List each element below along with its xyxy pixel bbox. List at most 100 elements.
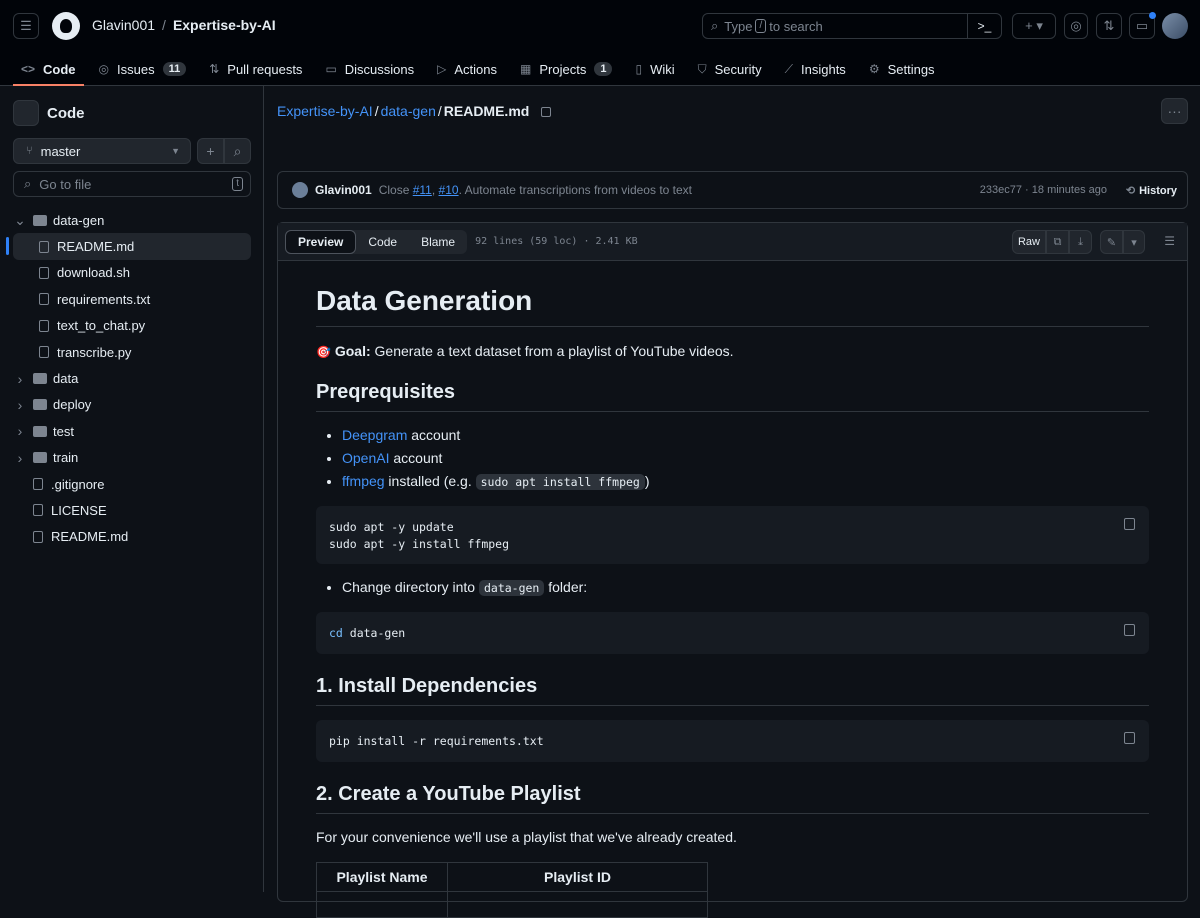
chevron-right-icon[interactable]: › [13,371,27,387]
chevron-right-icon[interactable]: › [13,397,27,413]
copy-icon[interactable] [1124,624,1135,636]
tree-file[interactable]: README.md [0,524,264,550]
count-badge: 1 [594,62,613,76]
tab-pull-requests[interactable]: ⇅ Pull requests [201,52,310,86]
tree-folder[interactable]: › train [0,445,264,471]
edit-menu-chevron-icon[interactable]: ▾ [1123,230,1145,254]
copy-icon[interactable] [1124,518,1135,530]
tab-security[interactable]: ⛉ Security [690,52,770,86]
list-item: OpenAI account [342,447,1149,470]
chevron-right-icon[interactable]: › [13,423,27,439]
raw-button[interactable]: Raw [1012,230,1046,254]
tab-preview[interactable]: Preview [285,229,357,254]
tree-file[interactable]: README.md [6,233,251,260]
tree-file[interactable]: .gitignore [0,471,264,497]
file-icon [39,266,49,279]
tab-projects[interactable]: ▦ Projects 1 [512,52,620,86]
copy-icon[interactable]: ⧉ [1046,230,1069,254]
copy-icon[interactable] [1124,732,1135,744]
go-to-file-input[interactable]: ⌕ Go to file t [13,171,251,197]
tab-code[interactable]: <> Code [13,52,84,86]
tab-discussions[interactable]: ▭ Discussions [317,52,422,86]
prereq-heading: Preqrequisites [316,381,1149,412]
tree-folder[interactable]: › data [0,365,264,391]
repo-breadcrumb: Glavin001/Expertise-by-AI [92,17,276,33]
readme-heading: Data Generation [316,285,1149,327]
ffmpeg-link[interactable]: ffmpeg [342,473,385,489]
history-button[interactable]: ⟲ History [1126,184,1177,197]
copy-path-icon[interactable] [541,107,552,118]
issue-link[interactable]: #10 [439,183,459,197]
tree-file[interactable]: download.sh [0,260,264,286]
playlist-paragraph: For your convenience we'll use a playlis… [316,829,737,845]
chevron-down-icon[interactable]: ⌄ [13,212,27,229]
file-icon [39,319,49,332]
pull-request-icon: ⇅ [209,62,220,76]
issues-icon[interactable]: ◎ [1064,13,1088,39]
tab-blame[interactable]: Blame [409,230,467,254]
search-input[interactable]: ⌕ Type / to search >_ [702,13,1002,39]
tab-actions[interactable]: ▷ Actions [429,52,505,86]
edit-pencil-icon[interactable]: ✎ [1100,230,1123,254]
file-breadcrumb: Expertise-by-AI / data-gen / README.md [277,103,552,119]
tree-folder[interactable]: › test [0,418,264,444]
repo-link[interactable]: Expertise-by-AI [173,17,276,33]
github-logo-icon[interactable] [52,12,80,40]
search-icon[interactable]: ⌕ [224,138,251,164]
tab-label: Discussions [344,61,415,77]
chevron-right-icon[interactable]: › [13,450,27,466]
branch-selector[interactable]: ⑂ master ▼ [13,138,191,164]
file-icon [39,240,49,253]
tree-item-label: deploy [53,397,92,413]
tree-folder[interactable]: ⌄ data-gen [0,207,264,233]
gear-icon: ⚙ [868,62,880,76]
tree-folder[interactable]: › deploy [0,392,264,418]
add-file-icon[interactable]: + [197,138,224,164]
commit-author[interactable]: Glavin001 [315,183,372,197]
tree-item-label: test [53,423,74,439]
file-icon [33,530,43,543]
tab-wiki[interactable]: ▯ Wiki [627,52,682,86]
shield-icon: ⛉ [697,61,707,76]
breadcrumb-file: README.md [443,103,530,119]
pull-requests-icon[interactable]: ⇅ [1096,13,1122,39]
tab-settings[interactable]: ⚙ Settings [861,52,943,86]
tree-file[interactable]: requirements.txt [0,286,264,312]
create-new-button[interactable]: + ▾ [1012,13,1056,39]
file-toolbar: Preview Code Blame 92 lines (59 loc) · 2… [278,223,1187,261]
playlist-heading: 2. Create a YouTube Playlist [316,783,1149,814]
breadcrumb-repo-link[interactable]: Expertise-by-AI [277,103,373,119]
menu-icon[interactable]: ☰ [13,13,39,39]
commit-meta[interactable]: 233ec77 · 18 minutes ago [980,184,1107,196]
tab-issues[interactable]: ◎ Issues 11 [91,52,195,86]
graph-icon: ⟋ [784,61,793,76]
collapse-sidebar-icon[interactable] [13,100,39,126]
tree-item-label: README.md [51,529,129,545]
issue-icon: ◎ [98,62,109,76]
tree-file[interactable]: transcribe.py [0,339,264,365]
tree-item-label: download.sh [57,265,130,281]
avatar[interactable] [1162,13,1188,39]
book-icon: ▯ [635,62,643,76]
discussion-icon: ▭ [325,62,337,76]
tab-code[interactable]: Code [356,230,409,254]
tab-label: Pull requests [227,61,303,77]
deepgram-link[interactable]: Deepgram [342,427,407,443]
more-options-button[interactable]: ··· [1161,98,1188,124]
target-emoji-icon: 🎯 [316,345,331,359]
owner-link[interactable]: Glavin001 [92,17,155,33]
file-tree-sidebar: Code ⑂ master ▼ + ⌕ ⌕ Go to file t ⌄ data… [0,86,264,892]
openai-link[interactable]: OpenAI [342,450,389,466]
outline-list-icon[interactable]: ☰ [1164,234,1175,248]
readme-content: Data Generation 🎯 Goal: Generate a text … [316,285,1149,918]
download-icon[interactable]: ⤓ [1069,230,1092,254]
tab-insights[interactable]: ⟋ Insights [777,52,854,86]
tree-file[interactable]: text_to_chat.py [0,313,264,339]
tree-file[interactable]: LICENSE [0,497,264,523]
table-header: Playlist ID [447,862,708,892]
tab-label: Wiki [650,61,675,77]
issue-link[interactable]: #11 [413,183,432,197]
repo-nav-tabs: <> Code ◎ Issues 11 ⇅ Pull requests ▭ Discussion… [0,52,950,86]
command-palette-icon[interactable]: >_ [967,13,1001,39]
breadcrumb-dir-link[interactable]: data-gen [381,103,436,119]
